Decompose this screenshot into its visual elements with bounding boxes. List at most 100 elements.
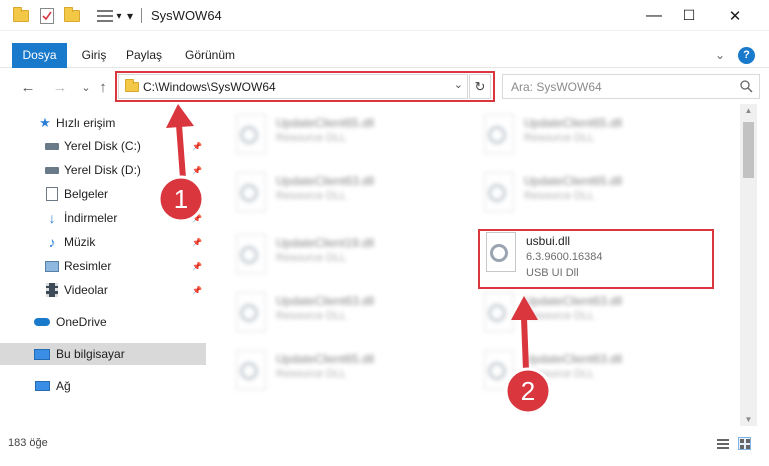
back-button[interactable]: ← bbox=[18, 77, 38, 97]
dll-file-icon bbox=[478, 170, 518, 216]
nav-label: İndirmeler bbox=[64, 211, 118, 225]
file-name: UpdateClient65.dll bbox=[276, 352, 375, 366]
file-type: Resource DLL bbox=[276, 252, 347, 264]
drive-icon bbox=[44, 163, 60, 177]
file-type: Resource DLL bbox=[276, 368, 347, 380]
dll-file-icon bbox=[230, 290, 270, 336]
scroll-up-icon[interactable]: ▲ bbox=[740, 106, 757, 115]
customize-toolbar-icon[interactable]: ▾ bbox=[125, 8, 135, 24]
address-highlight-box bbox=[115, 71, 495, 102]
folder-icon bbox=[12, 7, 30, 24]
pin-icon[interactable]: 📌 bbox=[192, 262, 202, 271]
title-bar: ▾ ▾ SysWOW64 — ☐ ✕ bbox=[0, 0, 769, 31]
file-type: Resource DLL bbox=[524, 310, 595, 322]
nav-label: Bu bilgisayar bbox=[56, 347, 125, 361]
nav-label: Hızlı erişim bbox=[56, 116, 116, 130]
maximize-button[interactable]: ☐ bbox=[666, 0, 712, 31]
scroll-down-icon[interactable]: ▼ bbox=[740, 415, 757, 424]
file-name: UpdateClient65.dll bbox=[276, 116, 375, 130]
file-name: UpdateClient65.dll bbox=[524, 116, 623, 130]
dll-file-icon bbox=[230, 232, 270, 278]
dll-file-icon bbox=[478, 290, 518, 336]
download-icon: ↓ bbox=[48, 210, 56, 226]
title-separator bbox=[141, 8, 142, 23]
nav-label: Yerel Disk (D:) bbox=[64, 163, 141, 177]
tab-giris[interactable]: Giriş bbox=[76, 43, 112, 68]
toolbar-dropdown-icon[interactable]: ▾ bbox=[114, 8, 124, 24]
nav-item-onedrive[interactable]: OneDrive bbox=[0, 311, 206, 333]
nav-item-videos[interactable]: Videolar 📌 bbox=[0, 279, 206, 301]
pin-icon[interactable]: 📌 bbox=[192, 142, 202, 151]
ribbon-expand-icon[interactable]: ⌄ bbox=[712, 43, 728, 68]
close-button[interactable]: ✕ bbox=[712, 0, 758, 31]
file-type: Resource DLL bbox=[524, 190, 595, 202]
status-bar: 183 öğe bbox=[0, 430, 769, 466]
nav-item-downloads[interactable]: ↓ İndirmeler 📌 bbox=[0, 207, 206, 229]
window-title: SysWOW64 bbox=[151, 8, 222, 23]
vertical-scrollbar[interactable]: ▲ ▼ bbox=[740, 104, 757, 426]
scroll-thumb[interactable] bbox=[743, 122, 754, 178]
file-tile[interactable]: UpdateClient63.dll Resource DLL bbox=[478, 290, 708, 350]
nav-label: Videolar bbox=[64, 283, 108, 297]
file-tile[interactable]: UpdateClient63.dll Resource DLL bbox=[478, 348, 708, 408]
drive-icon bbox=[44, 139, 60, 153]
nav-item-network[interactable]: Ağ bbox=[0, 375, 206, 397]
file-type: Resource DLL bbox=[276, 190, 347, 202]
network-icon bbox=[34, 379, 50, 393]
file-tile[interactable]: UpdateClient65.dll Resource DLL bbox=[230, 112, 460, 172]
tiles-view-icon[interactable] bbox=[738, 437, 751, 450]
nav-item-drive-d[interactable]: Yerel Disk (D:) 📌 bbox=[0, 159, 206, 181]
pin-icon[interactable]: 📌 bbox=[192, 286, 202, 295]
search-icon[interactable] bbox=[740, 80, 753, 96]
nav-item-quick-access[interactable]: ★ Hızlı erişim bbox=[0, 112, 206, 134]
documents-icon bbox=[44, 187, 60, 201]
up-button[interactable]: ↑ bbox=[93, 77, 113, 97]
pin-icon[interactable]: 📌 bbox=[192, 190, 202, 199]
nav-item-music[interactable]: ♪ Müzik 📌 bbox=[0, 231, 206, 253]
file-name: UpdateClient19.dll bbox=[276, 236, 375, 250]
file-tile[interactable]: UpdateClient63.dll Resource DLL bbox=[230, 170, 460, 230]
nav-label: Yerel Disk (C:) bbox=[64, 139, 141, 153]
video-icon bbox=[44, 283, 60, 297]
ribbon-tabs: Dosya Giriş Paylaş Görünüm ⌄ ? bbox=[0, 43, 769, 68]
pin-icon[interactable]: 📌 bbox=[192, 166, 202, 175]
nav-label: Belgeler bbox=[64, 187, 109, 201]
file-highlight-box bbox=[478, 229, 714, 289]
nav-item-documents[interactable]: Belgeler 📌 bbox=[0, 183, 206, 205]
nav-item-pictures[interactable]: Resimler 📌 bbox=[0, 255, 206, 277]
help-icon[interactable]: ? bbox=[738, 47, 755, 64]
star-icon: ★ bbox=[39, 115, 51, 130]
pin-icon[interactable]: 📌 bbox=[192, 214, 202, 223]
tab-gorunum[interactable]: Görünüm bbox=[180, 43, 240, 68]
properties-check-icon[interactable] bbox=[38, 8, 56, 24]
search-box[interactable]: Ara: SysWOW64 bbox=[502, 74, 760, 99]
nav-item-this-pc[interactable]: Bu bilgisayar bbox=[0, 343, 206, 365]
cloud-icon bbox=[34, 315, 50, 329]
details-view-icon[interactable] bbox=[716, 437, 729, 450]
dll-file-icon bbox=[478, 112, 518, 158]
nav-label: Resimler bbox=[64, 259, 112, 273]
tab-dosya[interactable]: Dosya bbox=[12, 43, 67, 68]
file-tile[interactable]: UpdateClient65.dll Resource DLL bbox=[478, 112, 708, 172]
new-folder-icon[interactable] bbox=[63, 7, 81, 24]
forward-button[interactable]: → bbox=[50, 77, 70, 97]
file-tile[interactable]: UpdateClient65.dll Resource DLL bbox=[230, 348, 460, 408]
file-name: UpdateClient63.dll bbox=[276, 174, 375, 188]
nav-label: Müzik bbox=[64, 235, 96, 249]
search-placeholder[interactable]: Ara: SysWOW64 bbox=[511, 80, 602, 94]
file-name: UpdateClient63.dll bbox=[524, 352, 623, 366]
file-tile[interactable]: UpdateClient65.dll Resource DLL bbox=[478, 170, 708, 230]
file-name: UpdateClient65.dll bbox=[524, 174, 623, 188]
tab-paylas[interactable]: Paylaş bbox=[123, 43, 165, 68]
customize-icon[interactable] bbox=[96, 8, 114, 24]
pictures-icon bbox=[44, 259, 60, 273]
file-tile[interactable]: UpdateClient19.dll Resource DLL bbox=[230, 232, 460, 292]
file-type: Resource DLL bbox=[524, 368, 595, 380]
file-tile[interactable]: UpdateClient63.dll Resource DLL bbox=[230, 290, 460, 350]
nav-label: OneDrive bbox=[56, 315, 107, 329]
computer-icon bbox=[34, 347, 50, 361]
item-count: 183 öğe bbox=[8, 437, 48, 449]
nav-label: Ağ bbox=[56, 379, 71, 393]
pin-icon[interactable]: 📌 bbox=[192, 238, 202, 247]
nav-item-drive-c[interactable]: Yerel Disk (C:) 📌 bbox=[0, 135, 206, 157]
